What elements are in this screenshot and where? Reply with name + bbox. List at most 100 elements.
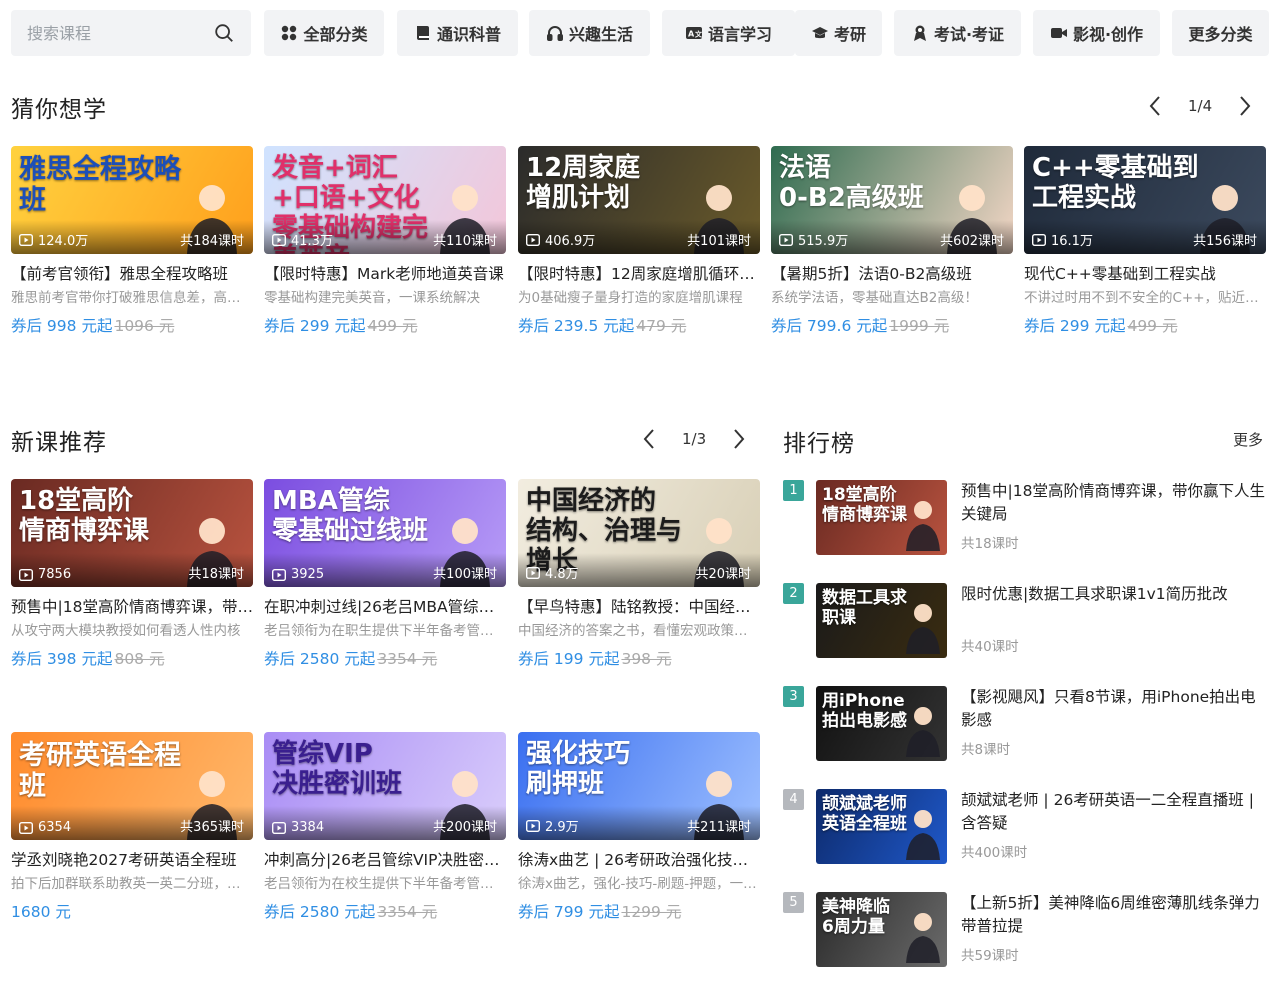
course-description: 雅思前考官带你打破雅思信息差，高效备考 bbox=[11, 290, 253, 306]
ranking-title[interactable]: 【影视飓风】只看8节课，用iPhone拍出电影感 bbox=[961, 686, 1265, 732]
course-thumbnail[interactable]: 雅思全程攻略班 124.0万 共184课时 bbox=[11, 146, 253, 254]
ranking-item[interactable]: 3 用iPhone 拍出电影感 【影视飓风】只看8节课，用iPhone拍出电影感 共8… bbox=[783, 686, 1268, 764]
course-thumbnail[interactable]: 强化技巧 刷押班 2.9万 共211课时 bbox=[518, 732, 760, 840]
course-thumbnail[interactable]: C++零基础到 工程实战 16.1万 共156课时 bbox=[1024, 146, 1266, 254]
ranking-title[interactable]: 【上新5折】美神降临6周维密薄肌线条弹力带普拉提 bbox=[961, 892, 1265, 938]
ranking-thumbnail[interactable]: 18堂高阶 情商博弈课 bbox=[816, 480, 947, 555]
thumbnail-title: 12周家庭 增肌计划 bbox=[526, 153, 641, 213]
category-button-4[interactable]: 考研 bbox=[795, 10, 882, 56]
guess-next-button[interactable] bbox=[1234, 95, 1256, 117]
ranking-thumbnail-title: 用iPhone 拍出电影感 bbox=[822, 691, 907, 731]
ranking-title[interactable]: 预售中|18堂高阶情商博弈课，带你赢下人生关键局 bbox=[961, 480, 1265, 526]
course-name[interactable]: 【前考官领衔】雅思全程攻略班 bbox=[11, 263, 253, 285]
ranking-item[interactable]: 1 18堂高阶 情商博弈课 预售中|18堂高阶情商博弈课，带你赢下人生关键局 共18课… bbox=[783, 480, 1268, 558]
course-name[interactable]: 【暑期5折】法语0-B2高级班 bbox=[771, 263, 1013, 285]
category-label: 通识科普 bbox=[436, 25, 501, 44]
new-course-card[interactable]: 强化技巧 刷押班 2.9万 共211课时徐涛x曲艺 | 26考研政治强化技巧刷押班徐… bbox=[518, 732, 760, 923]
course-name[interactable]: 【早鸟特惠】陆铭教授：中国经济的结构、治理与增长 bbox=[518, 596, 760, 618]
play-icon bbox=[19, 568, 33, 581]
view-count: 41.3万 bbox=[272, 230, 333, 249]
course-name[interactable]: 在职冲刺过线|26老吕MBA管综零基础过线班 bbox=[264, 596, 506, 618]
discount-price: 券后 2580 元起 bbox=[264, 903, 376, 921]
ranking-item[interactable]: 2 数据工具求职课 限时优惠|数据工具求职课1v1简历批改 共40课时 bbox=[783, 583, 1268, 661]
search-input[interactable] bbox=[27, 10, 207, 56]
svg-text:A: A bbox=[688, 30, 695, 39]
ranking-more-link[interactable]: 更多 bbox=[1233, 429, 1263, 450]
ranking-item[interactable]: 4 颉斌斌老师 英语全程班 颉斌斌老师 | 26考研英语一二全程直播班 | 含答疑共… bbox=[783, 789, 1268, 867]
video-camera-icon bbox=[1050, 24, 1068, 42]
course-thumbnail[interactable]: 12周家庭 增肌计划 406.9万 共101课时 bbox=[518, 146, 760, 254]
course-price: 券后 2580 元起 3354 元 bbox=[264, 901, 506, 923]
course-thumbnail[interactable]: 考研英语全程班 6354 共365课时 bbox=[11, 732, 253, 840]
course-description: 从攻守两大模块教授如何看透人性内核 bbox=[11, 623, 241, 639]
guess-course-card[interactable]: C++零基础到 工程实战 16.1万 共156课时现代C++零基础到工程实战不讲过时… bbox=[1024, 146, 1266, 337]
ranking-thumbnail[interactable]: 用iPhone 拍出电影感 bbox=[816, 686, 947, 761]
course-name[interactable]: 冲刺高分|26老吕管综VIP决胜密训班 bbox=[264, 849, 506, 871]
view-count: 124.0万 bbox=[19, 230, 88, 249]
course-thumbnail[interactable]: 18堂高阶 情商博弈课 7856 共18课时 bbox=[11, 479, 253, 587]
lesson-count: 共200课时 bbox=[433, 820, 497, 835]
view-count: 3384 bbox=[272, 820, 324, 835]
guess-course-card[interactable]: 发音+词汇+口语+文化 零基础构建完美英音41.3万共110课时【限时特惠】Ma… bbox=[264, 146, 506, 337]
course-price: 券后 299 元起 499 元 bbox=[1024, 315, 1266, 337]
original-price: 1096 元 bbox=[114, 317, 175, 335]
category-button-2[interactable]: 兴趣生活 bbox=[529, 10, 650, 56]
search-icon[interactable] bbox=[213, 22, 235, 44]
play-icon bbox=[526, 233, 540, 246]
book-icon bbox=[414, 24, 432, 42]
category-button-7[interactable]: 更多分类 bbox=[1172, 10, 1269, 56]
course-description: 为0基础瘦子量身打造的家庭增肌课程 bbox=[518, 290, 743, 306]
view-count-text: 3384 bbox=[291, 820, 325, 835]
course-description: 不讲过时用不到不安全的C++，贴近工程实战 bbox=[1024, 290, 1266, 306]
discount-price: 券后 799 元起 bbox=[518, 903, 620, 921]
guess-course-card[interactable]: 法语 0-B2高级班 515.9万 共602课时 【暑期5折】法语0-B2高级班 系统学… bbox=[771, 146, 1013, 337]
ranking-thumbnail[interactable]: 数据工具求职课 bbox=[816, 583, 947, 658]
ranking-thumbnail[interactable]: 颉斌斌老师 英语全程班 bbox=[816, 789, 947, 864]
course-description: 徐涛x曲艺，强化-技巧-刷题-押题，一站到底 bbox=[518, 876, 760, 892]
rank-badge: 2 bbox=[783, 583, 804, 604]
course-name[interactable]: 【限时特惠】Mark老师地道英音课 bbox=[264, 263, 506, 285]
ranking-item[interactable]: 5 美神降临 6周力量 【上新5折】美神降临6周维密薄肌线条弹力带普拉提 共59课时 bbox=[783, 892, 1268, 970]
course-name[interactable]: 徐涛x曲艺 | 26考研政治强化技巧刷押班 bbox=[518, 849, 760, 871]
play-icon bbox=[526, 566, 540, 579]
course-name[interactable]: 预售中|18堂高阶情商博弈课，带你赢下人生关键局 bbox=[11, 596, 253, 618]
course-price: 券后 799.6 元起 1999 元 bbox=[771, 315, 1013, 337]
course-thumbnail[interactable]: 发音+词汇+口语+文化 零基础构建完美英音41.3万共110课时 bbox=[264, 146, 506, 254]
play-icon bbox=[779, 233, 793, 246]
new-next-button[interactable] bbox=[728, 428, 750, 450]
view-count: 7856 bbox=[19, 567, 71, 582]
guess-course-card[interactable]: 12周家庭 增肌计划 406.9万 共101课时【限时特惠】12周家庭增肌循环训练为… bbox=[518, 146, 760, 337]
new-prev-button[interactable] bbox=[638, 428, 660, 450]
course-thumbnail[interactable]: 中国经济的 结构、治理与增长4.8万共20课时 bbox=[518, 479, 760, 587]
ranking-title[interactable]: 颉斌斌老师 | 26考研英语一二全程直播班 | 含答疑 bbox=[961, 789, 1265, 835]
new-course-card[interactable]: 管综VIP 决胜密训班 3384 共200课时 冲刺高分|26老吕管综VIP决胜密训班… bbox=[264, 732, 506, 923]
course-name[interactable]: 学丞刘晓艳2027考研英语全程班 bbox=[11, 849, 253, 871]
view-count: 2.9万 bbox=[526, 816, 579, 835]
rank-badge: 3 bbox=[783, 686, 804, 707]
discount-price: 券后 799.6 元起 bbox=[771, 317, 888, 335]
original-price: 479 元 bbox=[636, 317, 687, 335]
category-button-5[interactable]: 考试·考证 bbox=[894, 10, 1021, 56]
new-course-card[interactable]: MBA管综 零基础过线班 3925 共100课时在职冲刺过线|26老吕MBA管综零基… bbox=[264, 479, 506, 670]
category-button-3[interactable]: A 文语言学习 bbox=[662, 10, 795, 56]
category-button-0[interactable]: 全部分类 bbox=[264, 10, 384, 56]
course-thumbnail[interactable]: MBA管综 零基础过线班 3925 共100课时 bbox=[264, 479, 506, 587]
new-course-card[interactable]: 中国经济的 结构、治理与增长4.8万共20课时【早鸟特惠】陆铭教授：中国经济的结… bbox=[518, 479, 760, 670]
thumbnail-title: C++零基础到 工程实战 bbox=[1032, 153, 1199, 213]
course-name[interactable]: 现代C++零基础到工程实战 bbox=[1024, 263, 1266, 285]
original-price: 1299 元 bbox=[621, 903, 682, 921]
category-button-1[interactable]: 通识科普 bbox=[397, 10, 518, 56]
course-thumbnail[interactable]: 法语 0-B2高级班 515.9万 共602课时 bbox=[771, 146, 1013, 254]
lesson-count: 共101课时 bbox=[687, 234, 751, 249]
course-name[interactable]: 【限时特惠】12周家庭增肌循环训练 bbox=[518, 263, 760, 285]
category-button-6[interactable]: 影视·创作 bbox=[1033, 10, 1160, 56]
guess-course-card[interactable]: 雅思全程攻略班 124.0万 共184课时【前考官领衔】雅思全程攻略班雅思前考官带你… bbox=[11, 146, 253, 337]
new-course-card[interactable]: 考研英语全程班 6354 共365课时 学丞刘晓艳2027考研英语全程班 拍下后加群联系… bbox=[11, 732, 253, 923]
ranking-title[interactable]: 限时优惠|数据工具求职课1v1简历批改 bbox=[961, 583, 1265, 606]
course-description: 老吕领衔为在校生提供下半年备考管综方案 bbox=[264, 876, 506, 892]
ranking-thumbnail[interactable]: 美神降临 6周力量 bbox=[816, 892, 947, 967]
course-thumbnail[interactable]: 管综VIP 决胜密训班 3384 共200课时 bbox=[264, 732, 506, 840]
guess-prev-button[interactable] bbox=[1144, 95, 1166, 117]
view-count-text: 7856 bbox=[38, 567, 72, 582]
new-course-card[interactable]: 18堂高阶 情商博弈课 7856 共18课时预售中|18堂高阶情商博弈课，带你赢下人… bbox=[11, 479, 253, 670]
